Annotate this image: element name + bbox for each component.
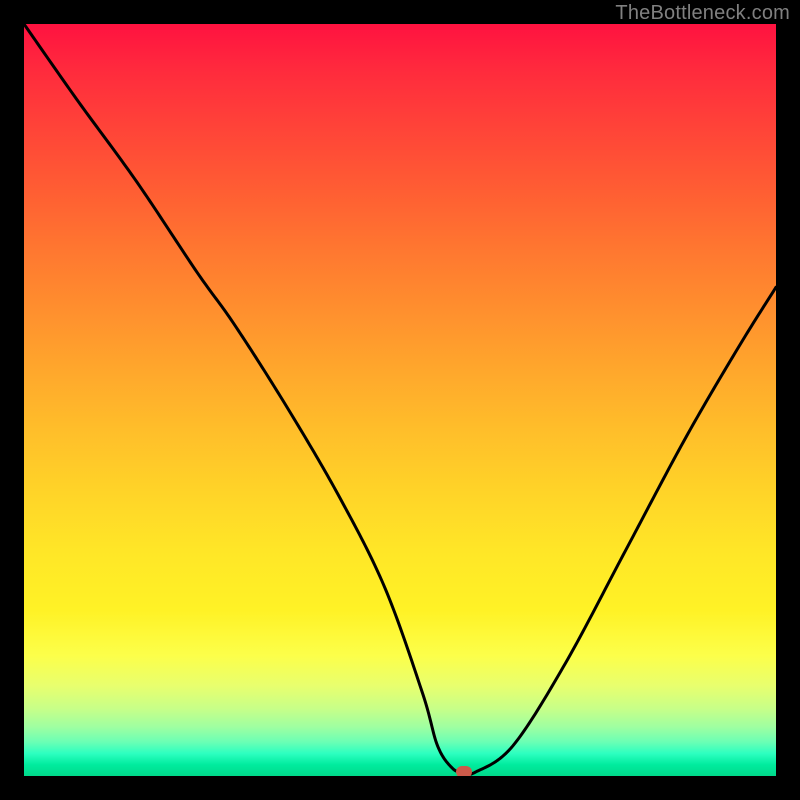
curve-marker [456,766,472,776]
curve-layer [24,24,776,776]
chart-frame: TheBottleneck.com [0,0,800,800]
watermark-text: TheBottleneck.com [615,2,790,25]
bottleneck-curve [24,24,776,774]
plot-area [24,24,776,776]
